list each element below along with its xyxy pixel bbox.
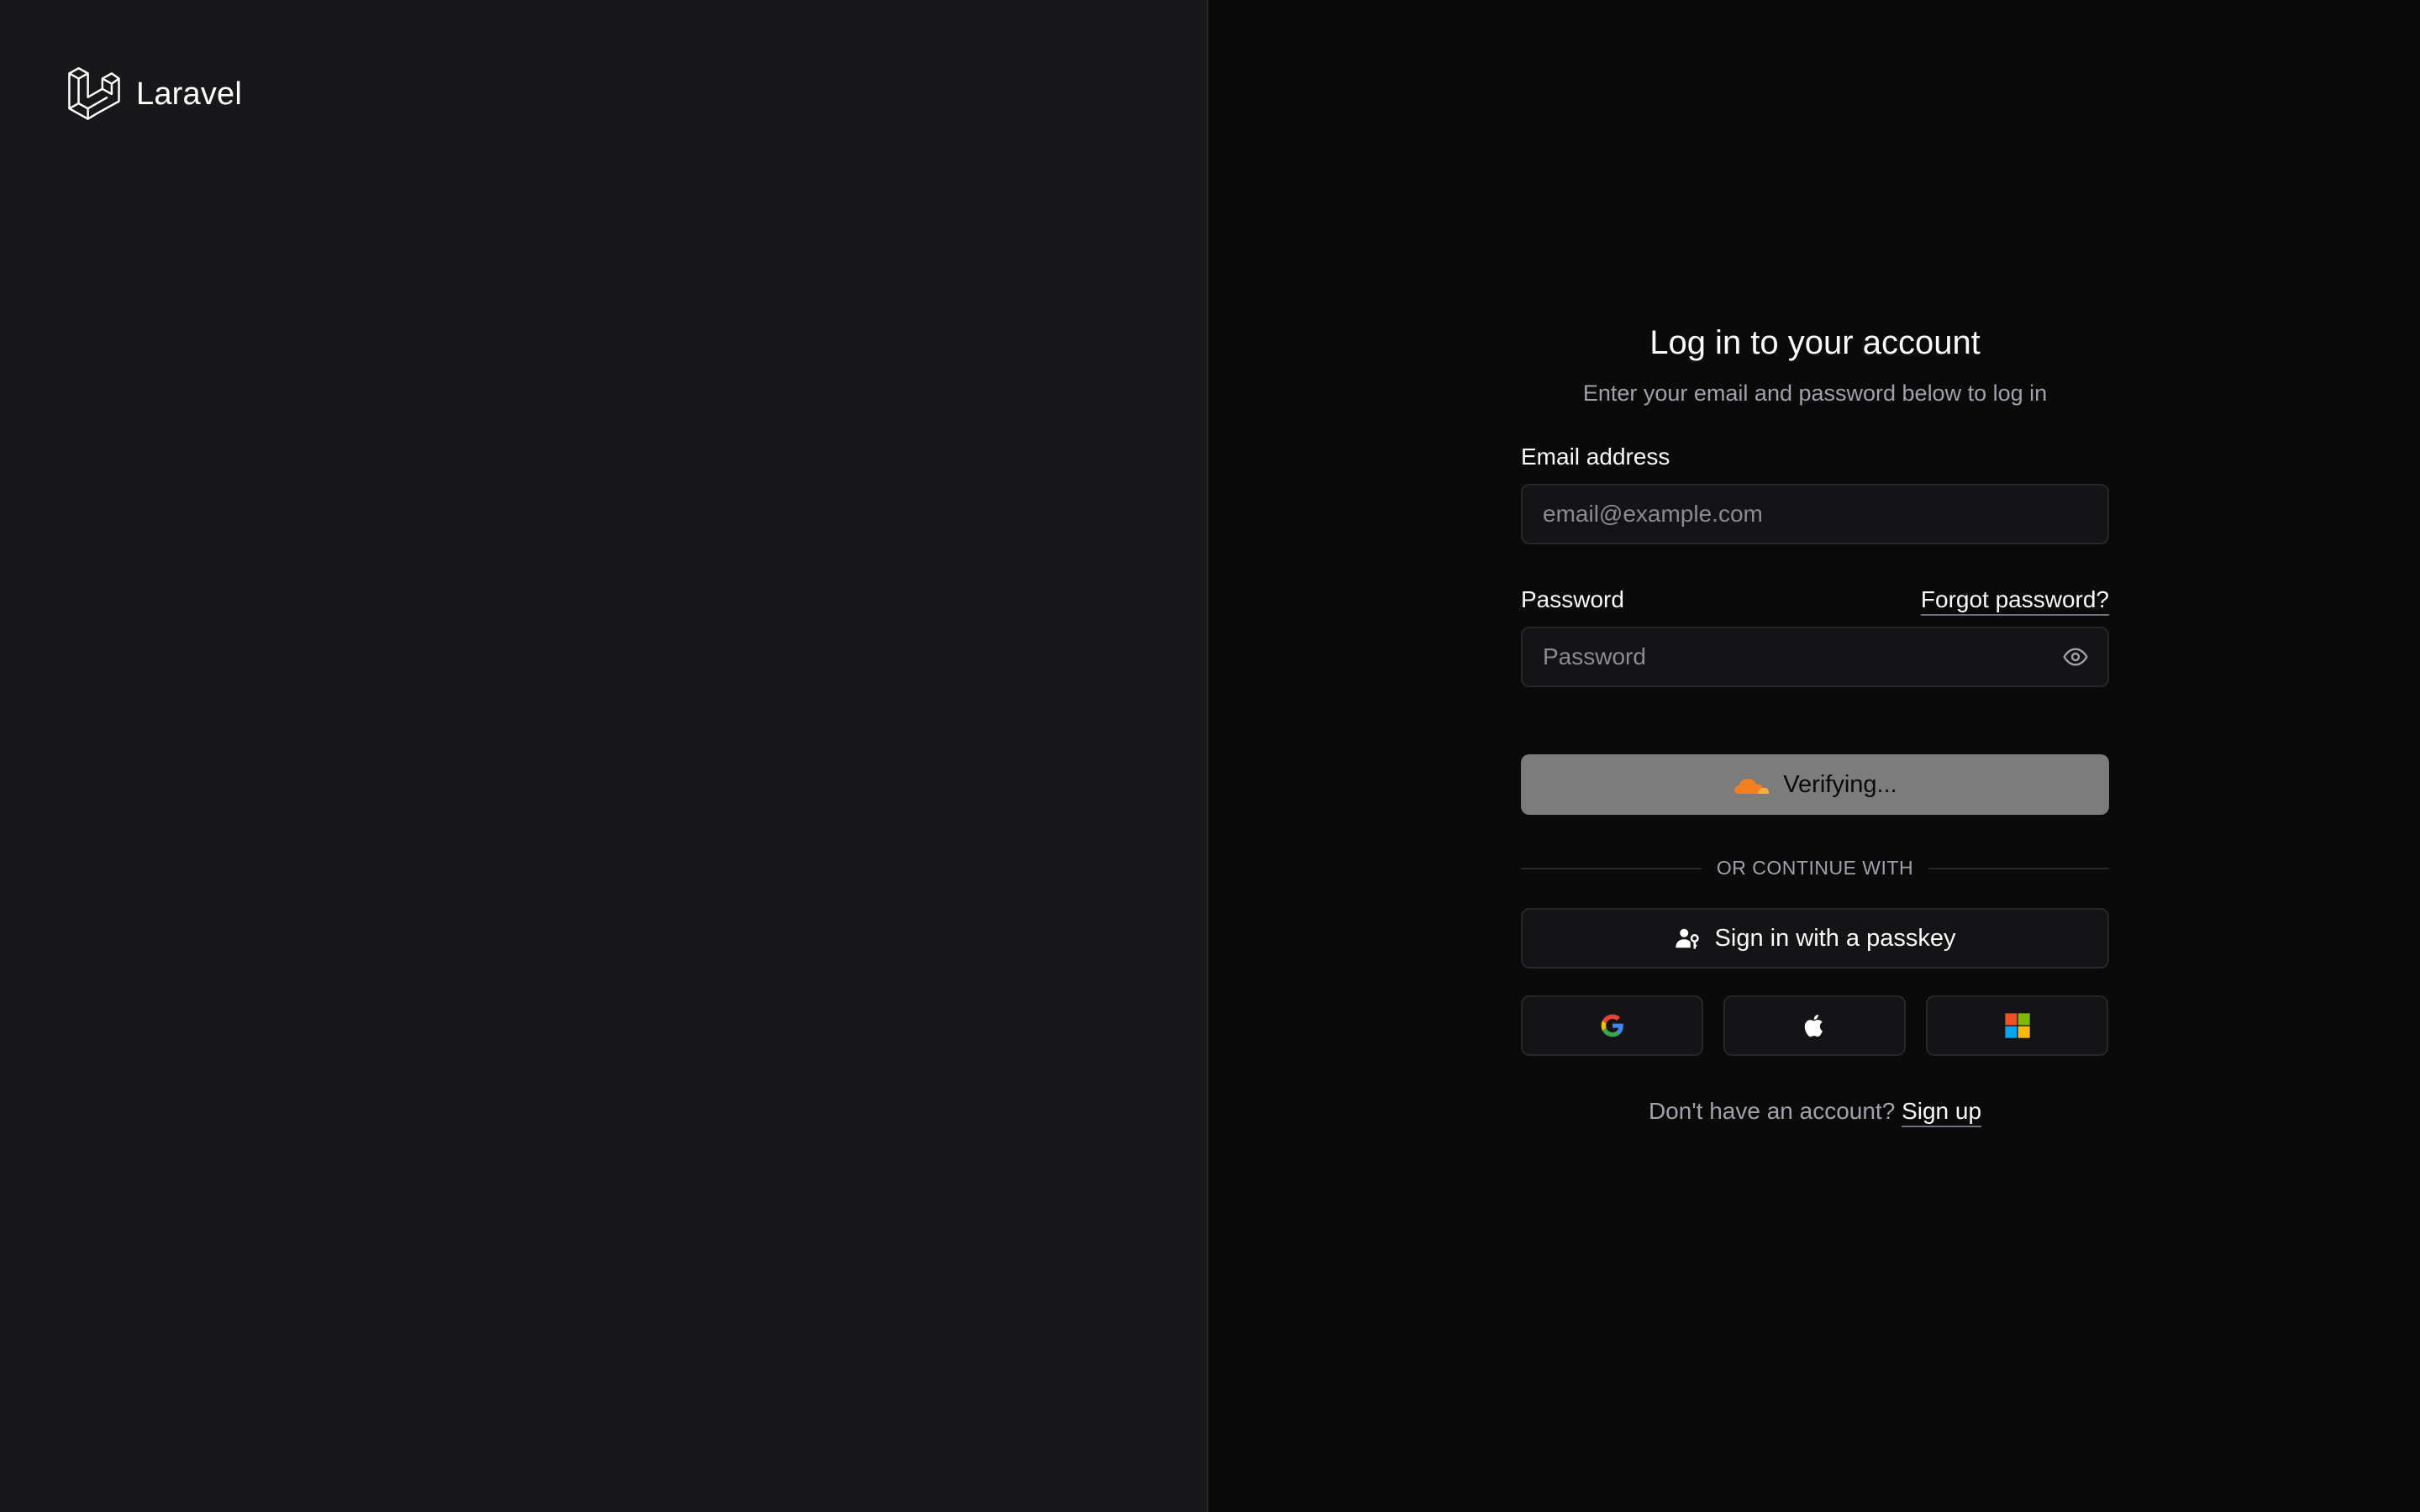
brand-name: Laravel [136,76,243,112]
apple-login-button[interactable] [1723,995,1906,1056]
login-form: Log in to your account Enter your email … [1521,324,2109,1125]
divider: OR CONTINUE WITH [1521,857,2109,879]
email-field-group: Email address email@example.com [1521,444,2109,544]
google-login-button[interactable] [1521,995,1703,1056]
login-panel: Log in to your account Enter your email … [1208,0,2420,1512]
password-placeholder: Password [1543,643,1646,669]
divider-line-left [1521,867,1702,869]
brand-panel: Laravel [0,0,1208,1512]
password-label: Password [1521,586,1624,612]
eye-icon[interactable] [2062,643,2089,670]
signup-row: Don't have an account? Sign up [1521,1098,2109,1125]
passkey-button[interactable]: Sign in with a passkey [1521,908,2109,969]
microsoft-login-button[interactable] [1926,995,2108,1056]
email-field[interactable]: email@example.com [1521,484,2109,544]
login-submit-button[interactable]: Verifying... [1521,754,2109,815]
signup-prompt: Don't have an account? [1648,1098,1896,1124]
passkey-user-icon [1675,928,1699,949]
login-submit-label: Verifying... [1783,770,1897,798]
email-label: Email address [1521,444,1670,470]
google-icon [1601,1014,1623,1037]
divider-line-right [1928,867,2109,869]
laravel-logo-icon [68,67,120,120]
email-placeholder: email@example.com [1543,501,1763,527]
password-field-group: Password Forgot password? Password [1521,586,2109,687]
apple-icon [1804,1014,1823,1037]
password-field[interactable]: Password [1521,627,2109,687]
cloudflare-icon [1734,779,1770,794]
social-login-row [1521,995,2109,1056]
page-subtitle: Enter your email and password below to l… [1582,381,2048,406]
microsoft-icon [2004,1013,2030,1038]
page-title: Log in to your account [1649,324,1981,361]
signup-link[interactable]: Sign up [1902,1098,1981,1124]
divider-text: OR CONTINUE WITH [1716,857,1914,879]
brand[interactable]: Laravel [67,67,242,121]
forgot-password-link[interactable]: Forgot password? [1921,586,2109,613]
passkey-label: Sign in with a passkey [1714,924,1956,952]
login-layout: Laravel Log in to your account Enter you… [0,0,2420,1512]
